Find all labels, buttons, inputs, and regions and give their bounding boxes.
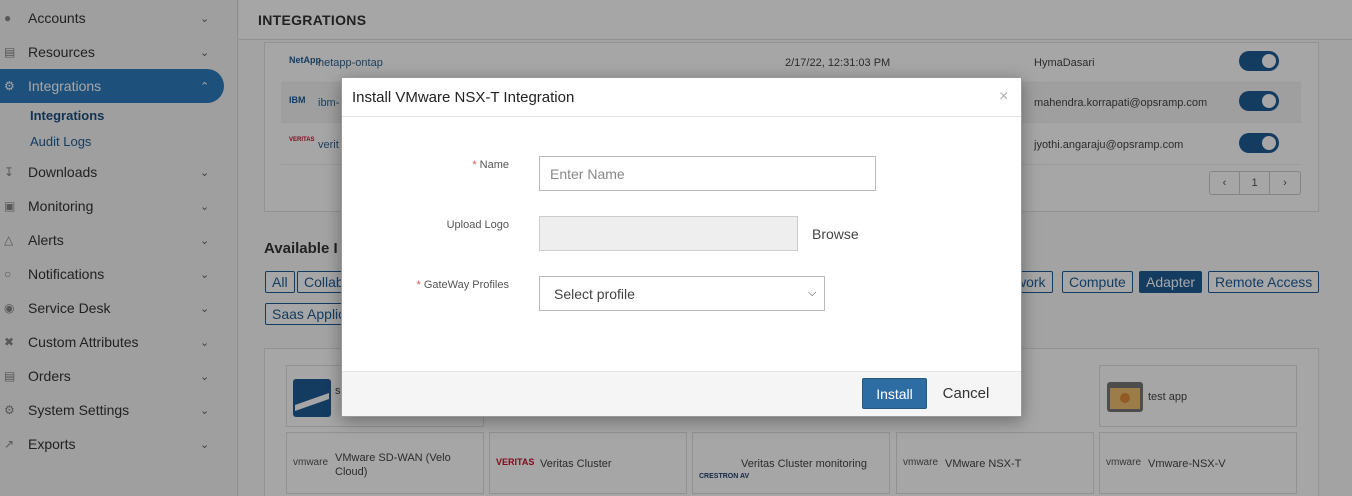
gateway-profiles-label: * GateWay Profiles [416, 279, 509, 291]
name-input[interactable] [539, 156, 876, 191]
chevron-down-icon: ⌵ [808, 287, 817, 299]
upload-logo-label: Upload Logo [446, 219, 509, 231]
required-marker: * [472, 159, 477, 171]
gateway-profile-select[interactable]: Select profile ⌵ [539, 276, 825, 311]
required-marker: * [416, 279, 421, 291]
name-field-label: * Name [472, 159, 509, 171]
modal-header: Install VMware NSX-T Integration × [342, 78, 1021, 117]
modal-footer: Install Cancel [342, 371, 1021, 416]
modal-title: Install VMware NSX-T Integration [352, 89, 575, 106]
browse-button[interactable]: Browse [812, 226, 859, 242]
cancel-button[interactable]: Cancel [938, 378, 994, 409]
select-value: Select profile [554, 286, 635, 302]
install-integration-dialog: Install VMware NSX-T Integration × * Name… [341, 77, 1022, 417]
close-icon[interactable]: × [999, 89, 1008, 105]
upload-logo-field[interactable] [539, 216, 798, 251]
install-button[interactable]: Install [862, 378, 927, 409]
